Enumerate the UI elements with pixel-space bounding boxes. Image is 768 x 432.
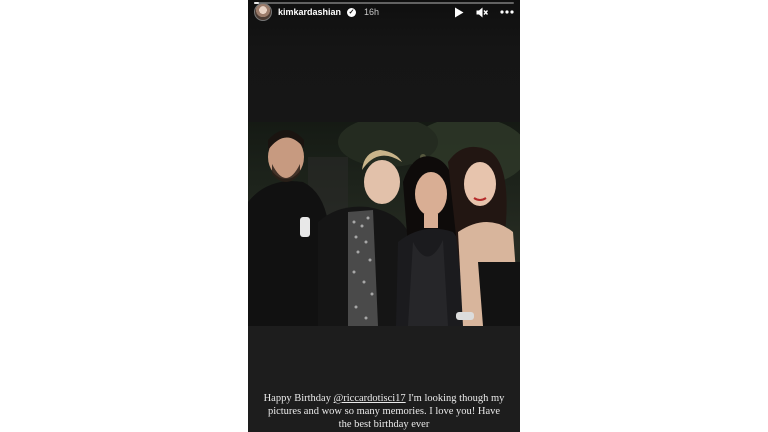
- play-icon[interactable]: [454, 7, 464, 18]
- group-photo-illustration: [248, 122, 520, 326]
- mute-icon[interactable]: [476, 7, 488, 18]
- story-caption: Happy Birthday @riccardotisci17 I'm look…: [262, 392, 506, 431]
- story-username[interactable]: kimkardashian: [278, 7, 341, 17]
- avatar[interactable]: [254, 3, 272, 21]
- story-photo: [248, 122, 520, 326]
- story-timestamp: 16h: [364, 7, 380, 17]
- story-header: kimkardashian ✓ 16h: [254, 2, 514, 22]
- story-controls: [454, 7, 514, 18]
- story-viewer[interactable]: kimkardashian ✓ 16h Happy Birthday @ricc…: [248, 0, 520, 432]
- caption-text-start: Happy Birthday: [263, 393, 334, 404]
- more-options-icon[interactable]: [500, 10, 514, 14]
- verified-badge-icon: ✓: [347, 7, 357, 17]
- caption-mention-link[interactable]: @riccardotisci17: [334, 393, 406, 404]
